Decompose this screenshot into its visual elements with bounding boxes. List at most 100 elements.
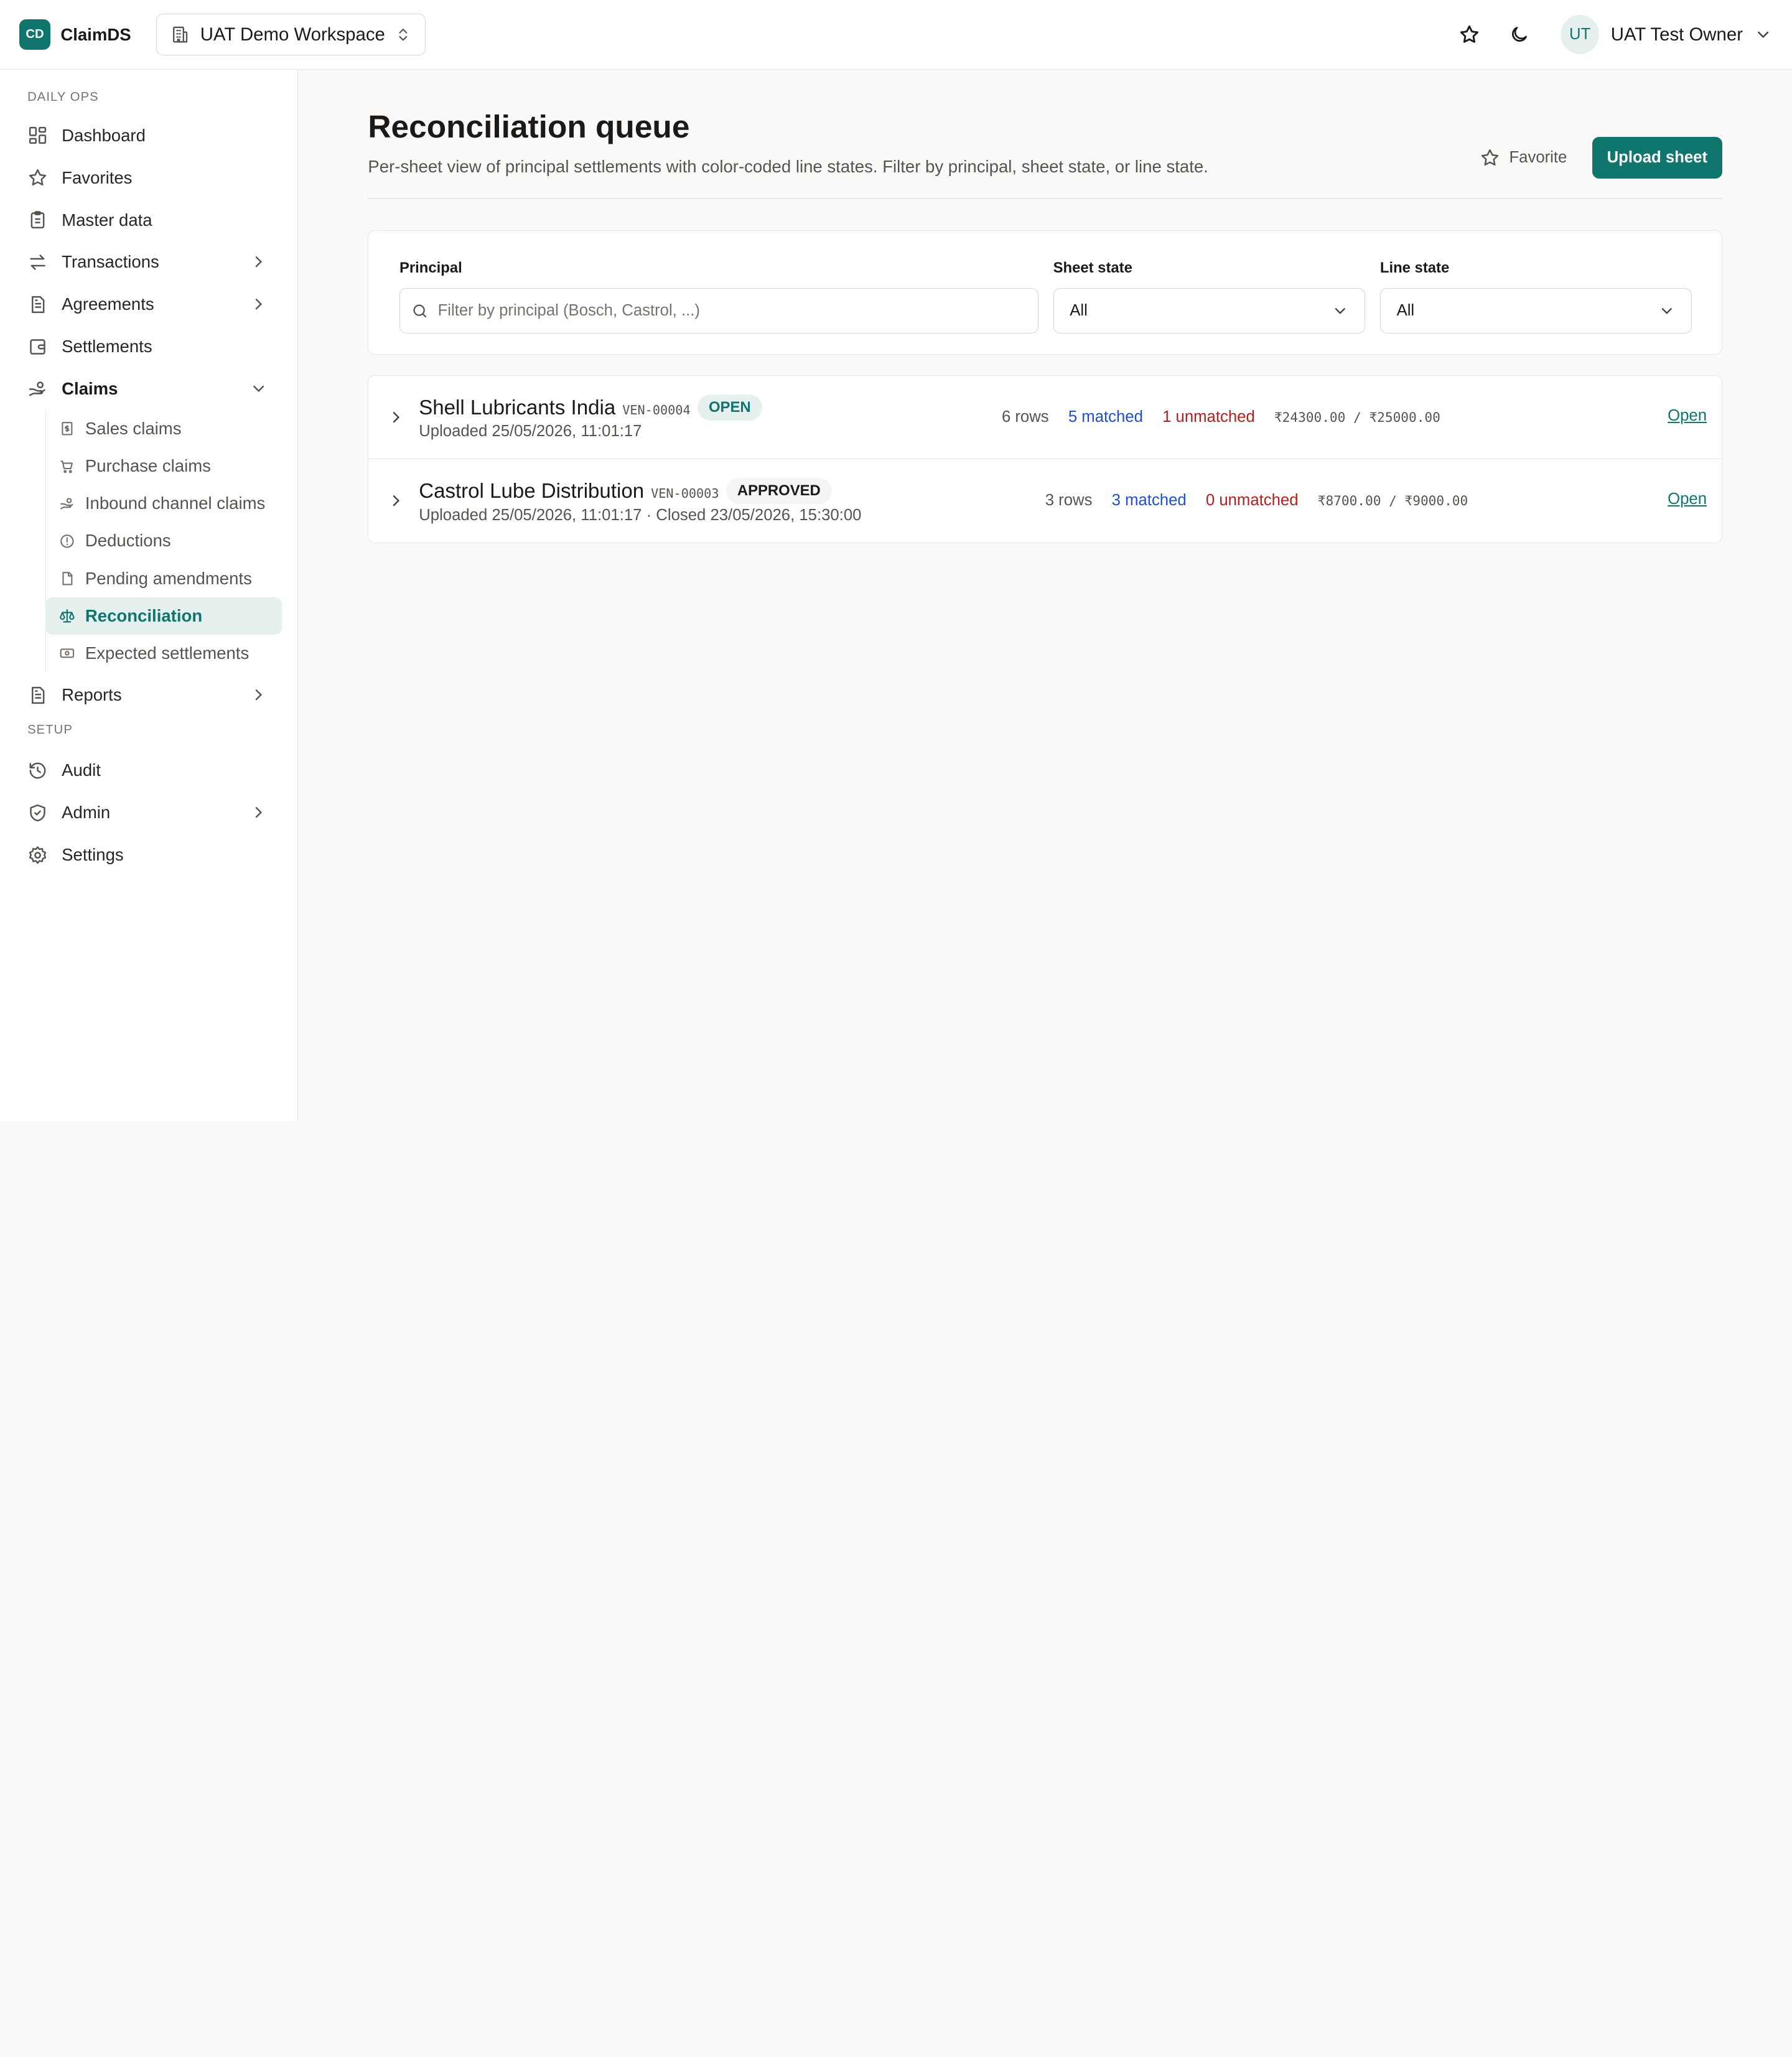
sheet-title-line: Shell Lubricants India VEN-00004 OPEN — [419, 394, 762, 421]
sidebar-item-label: Settlements — [62, 337, 152, 357]
app-brand[interactable]: ClaimDS — [60, 25, 131, 45]
sidebar-item-label: Favorites — [62, 167, 133, 187]
principal-filter-label: Principal — [399, 259, 462, 276]
sheet-title-line: Castrol Lube Distribution VEN-00003 APPROV… — [419, 477, 833, 505]
chevron-down-icon[interactable] — [250, 380, 268, 398]
user-name[interactable]: UAT Test Owner — [1611, 24, 1743, 45]
sheet-list: Shell Lubricants India VEN-00004 OPEN Uplo… — [368, 375, 1722, 544]
section-label-setup: SETUP — [27, 723, 73, 737]
sidebar-item-claims[interactable]: Claims — [0, 368, 297, 410]
section-label-daily-ops: DAILY OPS — [27, 90, 99, 105]
line-state-select[interactable]: All — [1379, 287, 1692, 334]
moon-icon — [1512, 27, 1528, 42]
sidebar-item-pending-amendments[interactable]: Pending amendments — [45, 559, 298, 597]
amount-totals: ₹24300.00 / ₹25000.00 — [1274, 409, 1440, 425]
sidebar-item-admin[interactable]: Admin — [0, 791, 297, 834]
star-icon — [1460, 25, 1478, 43]
list-item[interactable]: Shell Lubricants India VEN-00004 OPEN Uplo… — [368, 376, 1722, 460]
favorites-star-button[interactable] — [1449, 14, 1490, 55]
sidebar-item-settlements[interactable]: Settlements — [0, 325, 297, 368]
report-icon — [27, 685, 48, 706]
rows-count: 6 rows — [1001, 408, 1049, 426]
sheet-state-select[interactable]: All — [1053, 287, 1365, 334]
sidebar-item-audit[interactable]: Audit — [0, 749, 297, 791]
sidebar-item-master-data[interactable]: Master data — [0, 199, 297, 241]
chevron-right-icon[interactable] — [250, 253, 268, 271]
sidebar-item-label: Claims — [62, 379, 118, 399]
sidebar-item-transactions[interactable]: Transactions — [0, 241, 297, 283]
sidebar-item-label: Agreements — [62, 294, 154, 314]
sidebar-item-purchase-claims[interactable]: Purchase claims — [45, 447, 298, 485]
open-sheet-link[interactable]: Open — [1668, 490, 1707, 508]
matched-count: 5 matched — [1068, 408, 1143, 426]
sidebar-item-dashboard[interactable]: Dashboard — [0, 114, 297, 157]
principal-name: Castrol Lube Distribution — [419, 479, 645, 503]
chevron-right-icon[interactable] — [250, 686, 268, 704]
workspace-switcher[interactable]: UAT Demo Workspace — [156, 13, 426, 56]
app-logo[interactable]: CD — [19, 19, 50, 50]
sidebar-item-favorites[interactable]: Favorites — [0, 157, 297, 199]
sidebar-subitem-label: Deductions — [85, 531, 171, 551]
principal-filter-input[interactable]: Filter by principal (Bosch, Castrol, ...… — [399, 287, 1038, 334]
arrows-swap-icon — [27, 252, 48, 273]
hand-coins-icon — [27, 379, 48, 399]
chevron-right-icon[interactable] — [250, 295, 268, 313]
sidebar: DAILY OPS Dashboard Favorites Master dat… — [0, 70, 299, 1121]
clipboard-icon — [27, 210, 48, 230]
sidebar-item-expected-settlements[interactable]: Expected settlements — [45, 635, 298, 672]
filter-panel: Principal Filter by principal (Bosch, Ca… — [368, 230, 1722, 355]
upload-timestamp: Uploaded 25/05/2026, 11:01:17 — [419, 422, 642, 441]
sidebar-item-sales-claims[interactable]: Sales claims — [45, 410, 298, 447]
chevron-right-icon[interactable] — [387, 492, 405, 510]
claims-submenu: Sales claims Purchase claims Inbound cha… — [45, 410, 298, 672]
sheet-state-value: All — [1070, 301, 1088, 319]
favorite-label: Favorite — [1509, 148, 1567, 166]
receipt-icon — [59, 421, 75, 437]
upload-timestamp: Uploaded 25/05/2026, 11:01:17 · Closed 2… — [419, 506, 862, 524]
sidebar-item-label: Settings — [62, 845, 124, 865]
sidebar-subitem-label: Purchase claims — [85, 456, 211, 476]
sidebar-subitem-label: Inbound channel claims — [85, 493, 266, 513]
star-icon — [27, 167, 48, 188]
sidebar-item-label: Audit — [62, 760, 101, 780]
sidebar-item-reports[interactable]: Reports — [0, 674, 297, 716]
sidebar-subitem-label: Reconciliation — [85, 605, 203, 625]
sidebar-item-inbound-channel-claims[interactable]: Inbound channel claims — [45, 485, 298, 522]
building-icon — [170, 25, 190, 44]
line-state-label: Line state — [1379, 259, 1450, 276]
open-sheet-link[interactable]: Open — [1668, 407, 1707, 425]
sidebar-subitem-label: Expected settlements — [85, 643, 250, 663]
main-content: Reconciliation queue Per-sheet view of p… — [368, 70, 1722, 544]
list-item[interactable]: Castrol Lube Distribution VEN-00003 APPROV… — [368, 459, 1721, 543]
chevron-right-icon[interactable] — [387, 408, 405, 426]
status-badge: APPROVED — [726, 477, 833, 505]
upload-sheet-button[interactable]: Upload sheet — [1592, 137, 1722, 179]
sidebar-item-agreements[interactable]: Agreements — [0, 283, 297, 325]
sidebar-item-settings[interactable]: Settings — [0, 834, 297, 876]
chevron-right-icon[interactable] — [250, 803, 268, 821]
sidebar-item-reconciliation[interactable]: Reconciliation — [45, 597, 282, 635]
sheet-stats: 3 rows 3 matched 0 unmatched ₹8700.00 / … — [1045, 492, 1468, 510]
hand-coins-icon — [59, 496, 75, 512]
chevron-down-icon[interactable] — [1754, 26, 1772, 44]
sidebar-item-label: Dashboard — [62, 125, 146, 145]
sidebar-item-label: Reports — [62, 685, 122, 705]
vendor-code: VEN-00004 — [622, 402, 691, 417]
sidebar-item-deductions[interactable]: Deductions — [45, 522, 298, 559]
sidebar-item-label: Transactions — [62, 252, 159, 272]
sidebar-subitem-label: Sales claims — [85, 419, 182, 439]
sidebar-item-label: Admin — [62, 803, 111, 823]
sidebar-subitem-label: Pending amendments — [85, 568, 252, 588]
star-icon — [1481, 149, 1498, 166]
divider — [368, 198, 1722, 200]
status-badge: OPEN — [697, 394, 762, 421]
sheet-stats: 6 rows 5 matched 1 unmatched ₹24300.00 /… — [1002, 408, 1440, 426]
banknote-icon — [59, 645, 75, 661]
favorite-button[interactable]: Favorite — [1480, 147, 1567, 168]
avatar[interactable]: UT — [1560, 15, 1600, 54]
amount-totals: ₹8700.00 / ₹9000.00 — [1317, 492, 1468, 508]
chevron-down-icon — [1661, 307, 1672, 314]
wallet-icon — [27, 337, 48, 357]
matched-count: 3 matched — [1111, 491, 1187, 509]
theme-toggle-button[interactable] — [1499, 14, 1540, 55]
